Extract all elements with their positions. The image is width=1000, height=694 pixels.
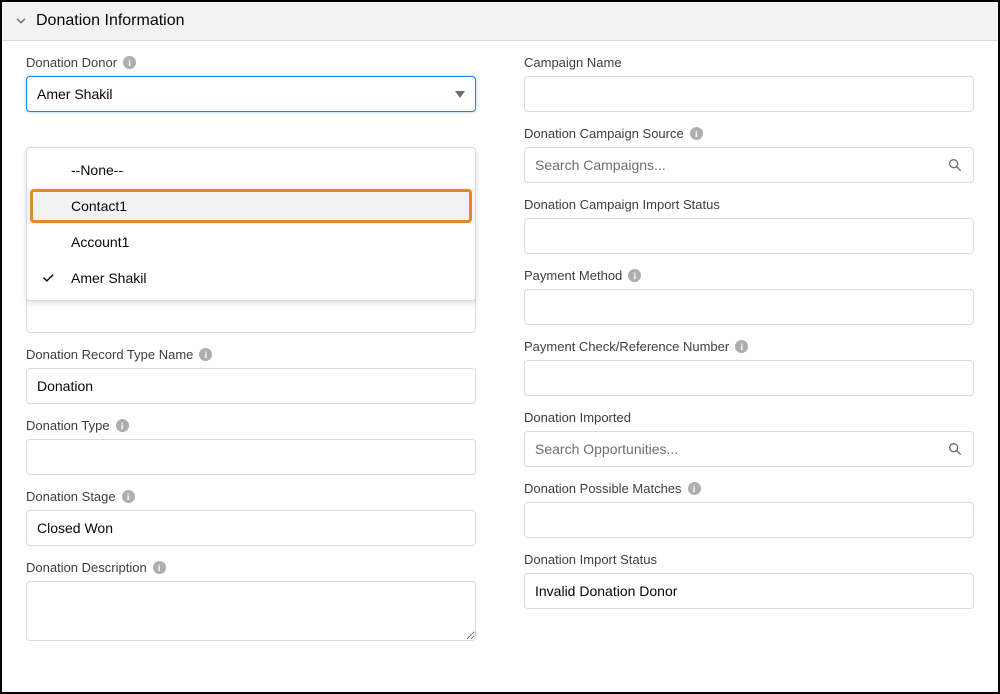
- donor-option-contact1[interactable]: Contact1: [27, 188, 475, 224]
- campaign-import-status-field: Donation Campaign Import Status: [524, 197, 974, 254]
- check-icon: [41, 271, 55, 285]
- donor-field: Donation Donor i Amer Shakil: [26, 55, 476, 112]
- donation-imported-label: Donation Imported: [524, 410, 631, 425]
- donation-stage-label: Donation Stage: [26, 489, 116, 504]
- possible-matches-label: Donation Possible Matches: [524, 481, 682, 496]
- check-ref-field: Payment Check/Reference Number i: [524, 339, 974, 396]
- donor-selected-value: Amer Shakil: [37, 86, 112, 102]
- section-title: Donation Information: [36, 12, 185, 30]
- info-icon: i: [628, 269, 641, 282]
- donation-imported-field: Donation Imported: [524, 410, 974, 467]
- record-type-field: Donation Record Type Name i: [26, 347, 476, 404]
- donor-option-amer-shakil[interactable]: Amer Shakil: [27, 260, 475, 296]
- campaign-source-input[interactable]: [535, 157, 947, 173]
- import-status-label-row: Donation Import Status: [524, 552, 974, 567]
- donation-type-input[interactable]: [26, 439, 476, 475]
- campaign-import-status-label-row: Donation Campaign Import Status: [524, 197, 974, 212]
- donor-option-label: --None--: [71, 162, 123, 178]
- donation-stage-field: Donation Stage i: [26, 489, 476, 546]
- donor-option-label: Amer Shakil: [71, 270, 146, 286]
- info-icon: i: [116, 419, 129, 432]
- donation-description-label: Donation Description: [26, 560, 147, 575]
- donation-imported-label-row: Donation Imported: [524, 410, 974, 425]
- check-ref-label: Payment Check/Reference Number: [524, 339, 729, 354]
- info-icon: i: [123, 56, 136, 69]
- campaign-source-label: Donation Campaign Source: [524, 126, 684, 141]
- record-type-label-row: Donation Record Type Name i: [26, 347, 476, 362]
- donor-option-account1[interactable]: Account1: [27, 224, 475, 260]
- donor-label-row: Donation Donor i: [26, 55, 476, 70]
- right-column: Campaign Name Donation Campaign Source i: [524, 55, 974, 655]
- donor-select[interactable]: Amer Shakil: [26, 76, 476, 112]
- check-ref-input[interactable]: [524, 360, 974, 396]
- campaign-import-status-input[interactable]: [524, 218, 974, 254]
- info-icon: i: [122, 490, 135, 503]
- info-icon: i: [688, 482, 701, 495]
- campaign-name-field: Campaign Name: [524, 55, 974, 112]
- record-type-label: Donation Record Type Name: [26, 347, 193, 362]
- campaign-source-field: Donation Campaign Source i: [524, 126, 974, 183]
- payment-method-label: Payment Method: [524, 268, 622, 283]
- donation-imported-lookup[interactable]: [524, 431, 974, 467]
- left-column: Donation Donor i Amer Shakil Donation Na…: [26, 55, 476, 655]
- campaign-source-lookup[interactable]: [524, 147, 974, 183]
- campaign-name-label-row: Campaign Name: [524, 55, 974, 70]
- donation-imported-input[interactable]: [535, 441, 947, 457]
- possible-matches-field: Donation Possible Matches i: [524, 481, 974, 538]
- info-icon: i: [199, 348, 212, 361]
- donation-stage-label-row: Donation Stage i: [26, 489, 476, 504]
- payment-method-field: Payment Method i: [524, 268, 974, 325]
- section-header[interactable]: Donation Information: [2, 2, 998, 41]
- form-body: Donation Donor i Amer Shakil Donation Na…: [2, 41, 998, 679]
- donation-form-container: Donation Information Donation Donor i Am…: [0, 0, 1000, 694]
- donor-option-label: Contact1: [71, 198, 127, 214]
- campaign-source-label-row: Donation Campaign Source i: [524, 126, 974, 141]
- possible-matches-input[interactable]: [524, 502, 974, 538]
- chevron-down-icon: [14, 14, 28, 28]
- donor-dropdown[interactable]: --None-- Contact1 Account1 Amer Shakil: [26, 147, 476, 301]
- info-icon: i: [690, 127, 703, 140]
- info-icon: i: [735, 340, 748, 353]
- donation-type-field: Donation Type i: [26, 418, 476, 475]
- info-icon: i: [153, 561, 166, 574]
- campaign-name-label: Campaign Name: [524, 55, 622, 70]
- caret-down-icon: [455, 91, 465, 98]
- donation-name-input[interactable]: [26, 297, 476, 333]
- donor-option-label: Account1: [71, 234, 129, 250]
- donation-stage-input[interactable]: [26, 510, 476, 546]
- donation-type-label-row: Donation Type i: [26, 418, 476, 433]
- donation-description-field: Donation Description i: [26, 560, 476, 641]
- import-status-field: Donation Import Status: [524, 552, 974, 609]
- payment-method-label-row: Payment Method i: [524, 268, 974, 283]
- payment-method-input[interactable]: [524, 289, 974, 325]
- possible-matches-label-row: Donation Possible Matches i: [524, 481, 974, 496]
- donor-option-none[interactable]: --None--: [27, 152, 475, 188]
- search-icon: [947, 157, 963, 173]
- donation-description-label-row: Donation Description i: [26, 560, 476, 575]
- search-icon: [947, 441, 963, 457]
- check-ref-label-row: Payment Check/Reference Number i: [524, 339, 974, 354]
- donation-type-label: Donation Type: [26, 418, 110, 433]
- donation-description-textarea[interactable]: [26, 581, 476, 641]
- campaign-name-input[interactable]: [524, 76, 974, 112]
- import-status-label: Donation Import Status: [524, 552, 657, 567]
- campaign-import-status-label: Donation Campaign Import Status: [524, 197, 720, 212]
- record-type-input[interactable]: [26, 368, 476, 404]
- import-status-input[interactable]: [524, 573, 974, 609]
- donor-label: Donation Donor: [26, 55, 117, 70]
